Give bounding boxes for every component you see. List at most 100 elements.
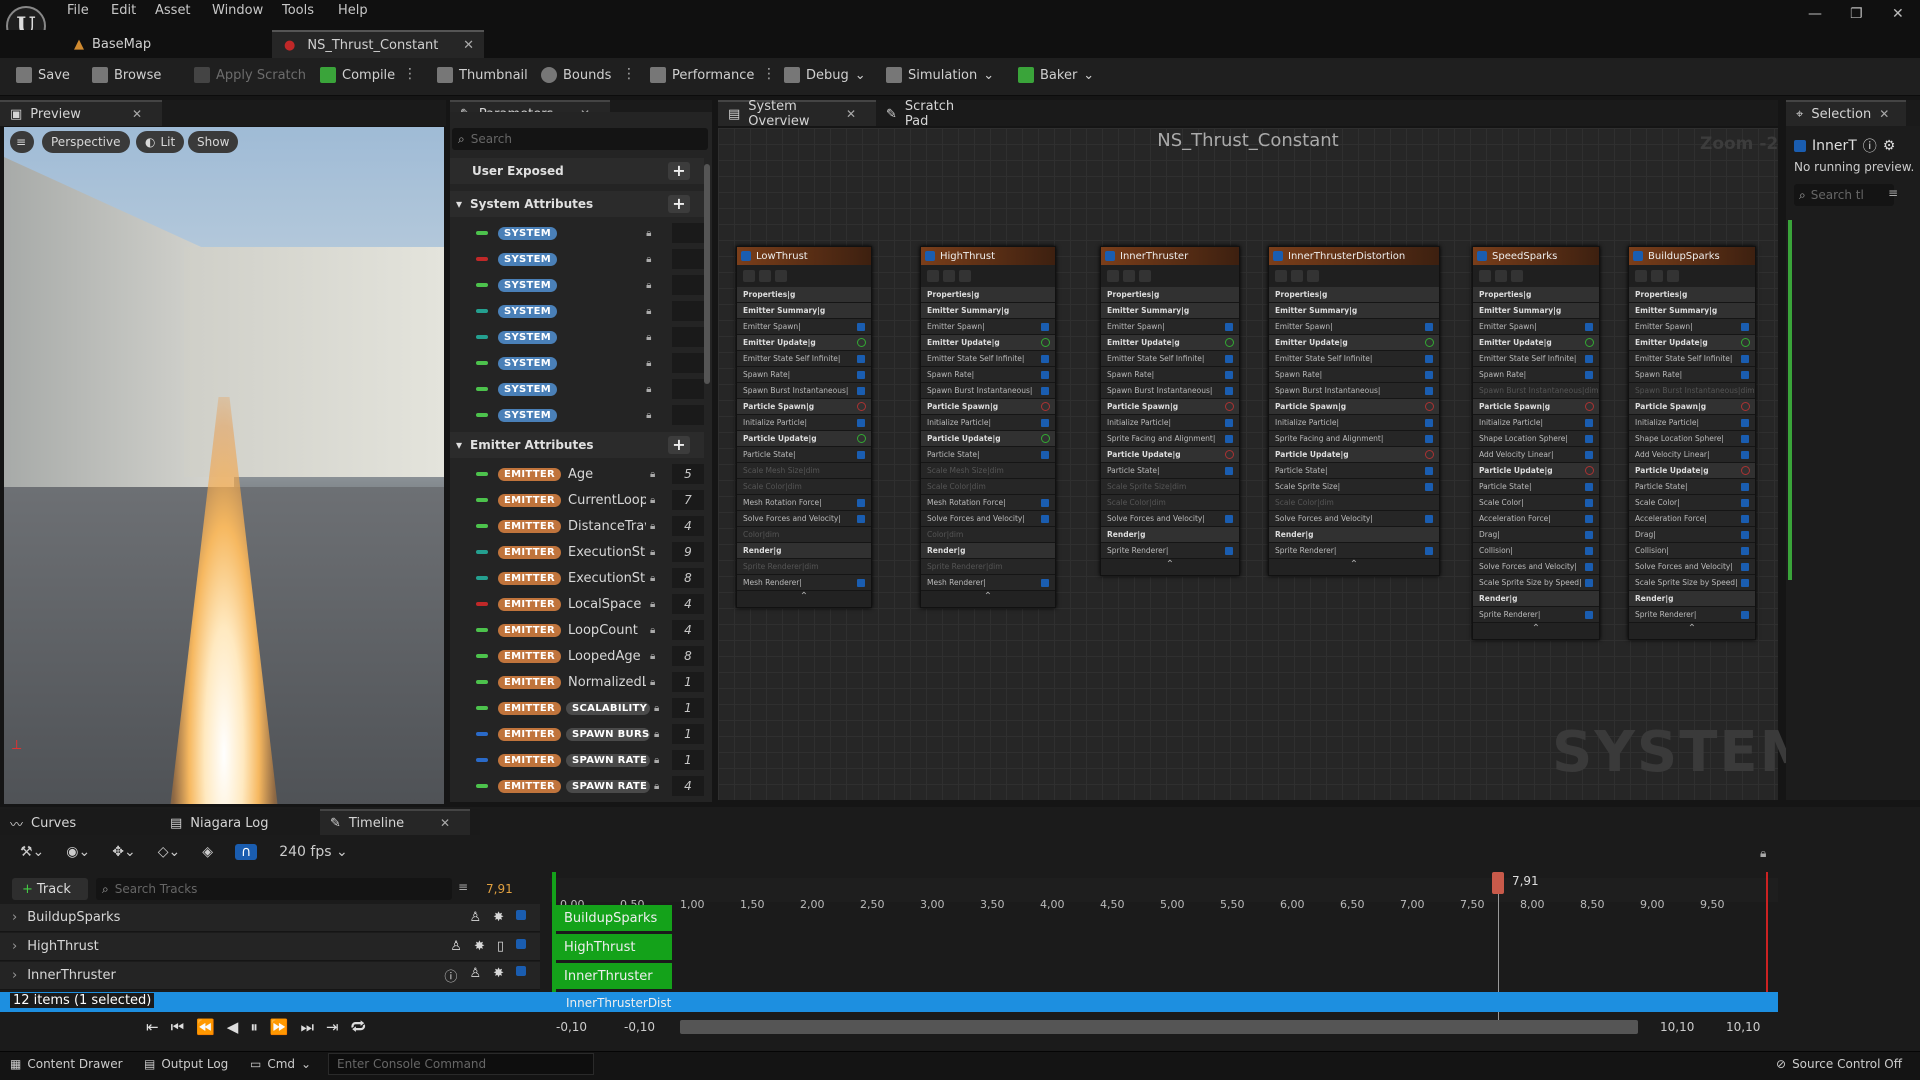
transform-icon[interactable]: ✥⌄: [112, 844, 135, 860]
add-module-icon[interactable]: [1425, 450, 1434, 459]
node-stack-row[interactable]: Particle Spawn|g: [921, 399, 1055, 415]
node-stack-row[interactable]: Emitter Summary|g: [1629, 303, 1755, 319]
perspective-button[interactable]: Perspective: [42, 131, 130, 153]
attribute-row[interactable]: SYSTEM 🔒︎: [450, 324, 704, 350]
attribute-row[interactable]: SYSTEM 🔒︎: [450, 376, 704, 402]
fps-dropdown[interactable]: 240 fps ⌄: [279, 844, 347, 860]
module-enabled-checkbox[interactable]: [1585, 322, 1593, 331]
module-enabled-checkbox[interactable]: [1585, 546, 1593, 555]
node-stack-row[interactable]: Add Velocity Linear|: [1473, 447, 1599, 463]
add-module-icon[interactable]: [1225, 402, 1234, 411]
menu-tools[interactable]: Tools: [282, 3, 314, 18]
node-stack-row[interactable]: Properties|g: [737, 287, 871, 303]
performance-button[interactable]: Performance: [650, 67, 754, 83]
mesh-icon[interactable]: ▯: [497, 939, 504, 954]
node-stack-row[interactable]: Particle Update|g: [1473, 463, 1599, 479]
node-stack-row[interactable]: Acceleration Force|: [1629, 511, 1755, 527]
collapse-node-icon[interactable]: ⌃: [1269, 559, 1439, 575]
node-stack-row[interactable]: Spawn Rate|: [921, 367, 1055, 383]
menu-edit[interactable]: Edit: [111, 3, 136, 18]
attribute-row[interactable]: EMITTER NormalizedLo🔒︎ 1: [450, 669, 704, 695]
node-stack-row[interactable]: Emitter State Self Infinite|: [1629, 351, 1755, 367]
module-enabled-checkbox[interactable]: [1741, 530, 1749, 539]
key-diamond-icon[interactable]: ◇⌄: [158, 844, 181, 860]
module-enabled-checkbox[interactable]: [1425, 546, 1433, 555]
simulation-button[interactable]: Simulation ⌄: [886, 67, 994, 83]
tab-selection[interactable]: ⌖ Selection ✕: [1786, 100, 1906, 126]
filter-icon[interactable]: ≡: [458, 880, 468, 894]
node-stack-row[interactable]: Emitter Update|g: [1629, 335, 1755, 351]
node-stack-row[interactable]: Scale Sprite Size by Speed|: [1629, 575, 1755, 591]
track-enabled-checkbox[interactable]: [516, 966, 526, 976]
bounds-button[interactable]: Bounds: [541, 67, 611, 83]
node-stack-row[interactable]: Emitter Spawn|: [737, 319, 871, 335]
node-stack-row[interactable]: Properties|g: [1629, 287, 1755, 303]
track-enabled-checkbox[interactable]: [516, 939, 526, 949]
step-back-icon[interactable]: ⏪: [196, 1018, 215, 1036]
add-module-icon[interactable]: [857, 434, 866, 443]
node-stack-row[interactable]: Initialize Particle|: [1629, 415, 1755, 431]
menu-window[interactable]: Window: [212, 3, 263, 18]
node-stack-row[interactable]: Collision|: [1629, 543, 1755, 559]
tab-niagara-log[interactable]: ▤ Niagara Log: [160, 809, 320, 835]
module-enabled-checkbox[interactable]: [857, 514, 865, 523]
track-bar-highthrust[interactable]: HighThrust: [552, 934, 672, 960]
module-enabled-checkbox[interactable]: [857, 370, 865, 379]
node-stack-row[interactable]: Emitter State Self Infinite|: [737, 351, 871, 367]
node-stack-row[interactable]: Scale Color|dim: [1269, 495, 1439, 511]
playback-end-marker[interactable]: [1766, 872, 1768, 1012]
close-icon[interactable]: ✕: [132, 107, 152, 121]
node-stack-row[interactable]: Acceleration Force|: [1473, 511, 1599, 527]
node-stack-row[interactable]: Particle Spawn|g: [1473, 399, 1599, 415]
emitter-node[interactable]: BuildupSparks Properties|g Emitter Summary…: [1628, 246, 1756, 640]
module-enabled-checkbox[interactable]: [857, 418, 865, 427]
node-stack-row[interactable]: Spawn Burst Instantaneous|dim: [1629, 383, 1755, 399]
auto-key-icon[interactable]: ◈: [202, 844, 213, 860]
module-enabled-checkbox[interactable]: [1041, 514, 1049, 523]
snap-magnet-icon[interactable]: ∩: [234, 844, 258, 860]
node-stack-row[interactable]: Sprite Renderer|: [1101, 543, 1239, 559]
node-stack-row[interactable]: Render|g: [737, 543, 871, 559]
menu-file[interactable]: File: [67, 3, 89, 18]
node-stack-row[interactable]: Render|g: [921, 543, 1055, 559]
module-enabled-checkbox[interactable]: [1741, 498, 1749, 507]
settings-gear-icon[interactable]: ⚙: [1883, 138, 1896, 154]
console-command-input[interactable]: Enter Console Command: [328, 1053, 594, 1075]
node-stack-row[interactable]: Emitter State Self Infinite|: [1473, 351, 1599, 367]
debug-button[interactable]: Debug ⌄: [784, 67, 866, 83]
track-row[interactable]: › InnerThruster ⓘ ♙ ✸: [0, 962, 540, 990]
emitter-node[interactable]: LowThrust Properties|g Emitter Summary|g Em…: [736, 246, 872, 608]
node-stack-row[interactable]: Particle State|: [1473, 479, 1599, 495]
baker-button[interactable]: Baker ⌄: [1018, 67, 1094, 83]
add-module-icon[interactable]: [1041, 434, 1050, 443]
tab-system-overview[interactable]: ▤ System Overview ✕: [718, 99, 876, 129]
attribute-row[interactable]: SYSTEM 🔒︎: [450, 402, 704, 428]
add-module-icon[interactable]: [1741, 402, 1750, 411]
tab-curves[interactable]: 〰 Curves: [0, 809, 160, 835]
module-enabled-checkbox[interactable]: [1225, 386, 1233, 395]
node-stack-row[interactable]: Spawn Burst Instantaneous|dim: [1473, 383, 1599, 399]
view-range-start[interactable]: -0,10: [556, 1020, 587, 1034]
emitter-node[interactable]: SpeedSparks Properties|g Emitter Summary|g…: [1472, 246, 1600, 640]
node-stack-row[interactable]: Collision|: [1473, 543, 1599, 559]
node-stack-row[interactable]: Mesh Renderer|: [921, 575, 1055, 591]
add-module-icon[interactable]: [1225, 450, 1234, 459]
step-forward-key-icon[interactable]: ⏭: [301, 1018, 315, 1036]
emitter-node-header[interactable]: InnerThruster: [1101, 247, 1239, 265]
module-enabled-checkbox[interactable]: [1041, 498, 1049, 507]
add-user-parameter-button[interactable]: +: [668, 162, 690, 180]
node-stack-row[interactable]: Particle State|: [1101, 463, 1239, 479]
node-stack-row[interactable]: Solve Forces and Velocity|: [1473, 559, 1599, 575]
module-enabled-checkbox[interactable]: [1225, 466, 1233, 475]
node-stack-row[interactable]: Sprite Renderer|: [1629, 607, 1755, 623]
module-enabled-checkbox[interactable]: [1041, 370, 1049, 379]
filter-icon[interactable]: ≡: [1888, 186, 1898, 200]
node-stack-row[interactable]: Emitter State Self Infinite|: [1101, 351, 1239, 367]
collapse-arrow-icon[interactable]: ▾: [456, 197, 462, 211]
enabled-checkbox[interactable]: [1794, 140, 1806, 152]
node-stack-row[interactable]: Spawn Burst Instantaneous|: [1101, 383, 1239, 399]
module-enabled-checkbox[interactable]: [1741, 482, 1749, 491]
node-stack-row[interactable]: Initialize Particle|: [737, 415, 871, 431]
tab-scratch-pad[interactable]: ✎ Scratch Pad: [876, 99, 986, 129]
module-enabled-checkbox[interactable]: [1041, 450, 1049, 459]
